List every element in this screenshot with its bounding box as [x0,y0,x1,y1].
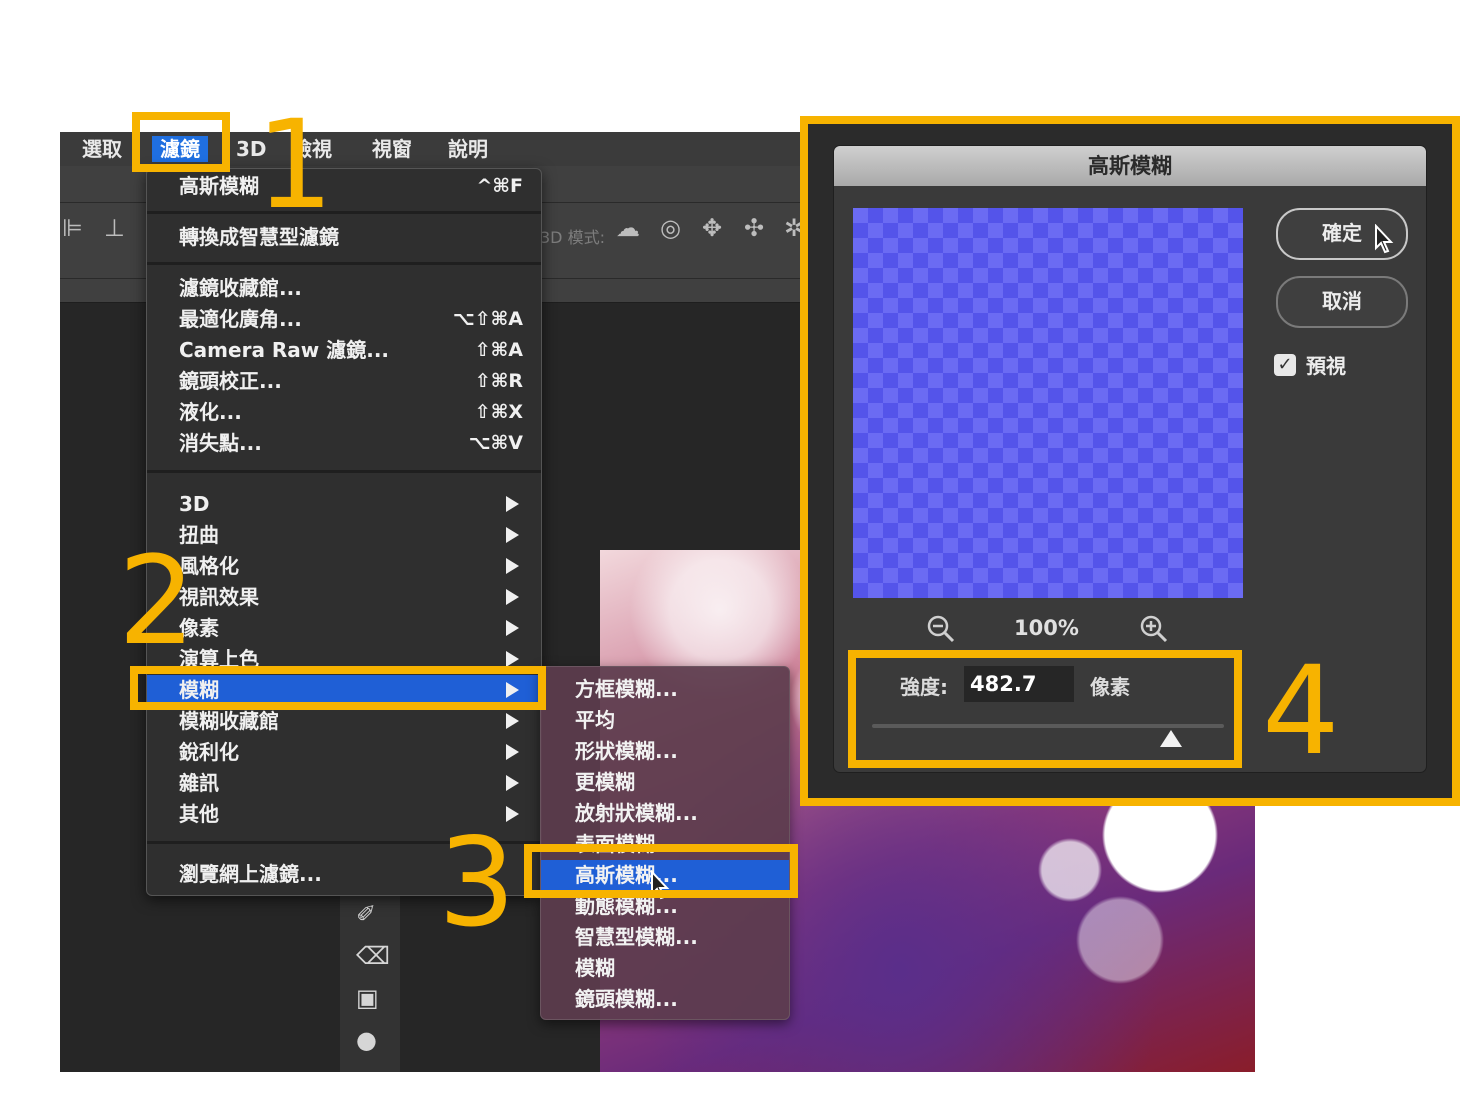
menu-divider [147,470,541,473]
submenu-item-label: 更模糊 [575,770,635,794]
step-number-1: 1 [256,94,334,236]
menu-item-convert-smart-filter[interactable]: 轉換成智慧型濾鏡 [147,222,541,252]
menu-item-label: 銳利化 [179,740,239,764]
tools-panel: ✐ ⌫ ▣ ● [340,892,400,1072]
menu-item-label: 最適化廣角... [179,307,302,331]
menu-item-label: 液化... [179,400,242,424]
menu-item-vanishing-point[interactable]: 消失點... ⌥⌘V [147,428,541,458]
menu-item-pixelate[interactable]: 像素 [147,613,541,643]
submenu-item-label: 形狀模糊... [575,739,678,763]
align-left-icon[interactable]: ⊫ [62,214,83,242]
menu-item-blur-gallery[interactable]: 模糊收藏館 [147,706,541,736]
3d-mode-label: 3D 模式: [540,228,605,247]
menu-item-label: 3D [179,492,210,516]
menu-item-label: 鏡頭校正... [179,369,282,393]
menu-item-label: 濾鏡收藏館... [179,276,302,300]
highlight-box-gaussian-blur [524,844,798,898]
menu-item-last-filter[interactable]: 高斯模糊 ^⌘F [147,171,541,201]
menu-item-label: 消失點... [179,431,262,455]
shortcut-label: ⇧⌘X [474,401,523,423]
highlight-box-blur [130,666,546,710]
brush-tool-icon[interactable]: ✐ [356,900,376,928]
submenu-item-box-blur[interactable]: 方框模糊... [541,674,789,704]
menu-item-label: 其他 [179,802,219,826]
submenu-item-blur[interactable]: 模糊 [541,953,789,983]
shortcut-label: ^⌘F [476,175,523,197]
menu-item-liquify[interactable]: 液化... ⇧⌘X [147,397,541,427]
submenu-item-label: 鏡頭模糊... [575,987,678,1011]
highlight-box-filter-menu [132,112,230,172]
shortcut-label: ⌥⇧⌘A [452,308,523,330]
shortcut-label: ⌥⌘V [468,432,523,454]
submenu-item-lens-blur[interactable]: 鏡頭模糊... [541,984,789,1014]
menu-item-label: 雜訊 [179,771,219,795]
submenu-item-average[interactable]: 平均 [541,705,789,735]
orbit-3d-icon[interactable]: ☁ [616,214,640,242]
menu-item-label: 模糊收藏館 [179,709,279,733]
triangle-right-icon [506,589,519,605]
triangle-right-icon [506,558,519,574]
menu-help[interactable]: 說明 [448,136,488,162]
triangle-right-icon [506,620,519,636]
submenu-item-shape-blur[interactable]: 形狀模糊... [541,736,789,766]
menu-item-distort[interactable]: 扭曲 [147,520,541,550]
triangle-right-icon [506,713,519,729]
menu-item-filter-gallery[interactable]: 濾鏡收藏館... [147,273,541,303]
triangle-right-icon [506,775,519,791]
align-center-icon[interactable]: ⊥ [104,214,125,242]
step-number-4: 4 [1262,640,1340,782]
menu-item-label: 高斯模糊 [179,174,259,198]
blur-submenu: 方框模糊... 平均 形狀模糊... 更模糊 放射狀模糊... 表面模糊... … [540,666,790,1020]
menu-item-label: Camera Raw 濾鏡... [179,338,390,362]
step-number-2: 2 [118,530,196,672]
highlight-box-strength [848,650,1242,768]
pan-3d-icon[interactable]: ✥ [702,214,722,242]
menu-select[interactable]: 選取 [82,136,122,162]
submenu-item-label: 方框模糊... [575,677,678,701]
eraser-tool-icon[interactable]: ⌫ [356,942,390,970]
menu-item-sharpen[interactable]: 銳利化 [147,737,541,767]
menu-item-label: 瀏覽網上濾鏡... [179,862,322,886]
menu-item-camera-raw[interactable]: Camera Raw 濾鏡... ⇧⌘A [147,335,541,365]
menu-item-video[interactable]: 視訊效果 [147,582,541,612]
menu-divider [147,262,541,265]
submenu-item-smart-blur[interactable]: 智慧型模糊... [541,922,789,952]
submenu-item-radial-blur[interactable]: 放射狀模糊... [541,798,789,828]
step-number-3: 3 [438,812,516,954]
menu-item-noise[interactable]: 雜訊 [147,768,541,798]
menu-divider [147,211,541,214]
triangle-right-icon [506,651,519,667]
shortcut-label: ⇧⌘A [474,339,523,361]
menu-item-adaptive-wide-angle[interactable]: 最適化廣角... ⌥⇧⌘A [147,304,541,334]
blur-tool-icon[interactable]: ● [356,1026,377,1054]
submenu-item-label: 放射狀模糊... [575,801,698,825]
menu-window[interactable]: 視窗 [372,136,412,162]
menu-item-lens-correction[interactable]: 鏡頭校正... ⇧⌘R [147,366,541,396]
triangle-right-icon [506,527,519,543]
filter-menu: 高斯模糊 ^⌘F 轉換成智慧型濾鏡 濾鏡收藏館... 最適化廣角... ⌥⇧⌘A… [146,168,542,896]
submenu-item-label: 智慧型模糊... [575,925,698,949]
roll-3d-icon[interactable]: ◎ [660,214,681,242]
submenu-item-label: 模糊 [575,956,615,980]
menu-item-stylize[interactable]: 風格化 [147,551,541,581]
submenu-item-label: 平均 [575,708,615,732]
shortcut-label: ⇧⌘R [474,370,523,392]
gradient-tool-icon[interactable]: ▣ [356,984,379,1012]
slide-3d-icon[interactable]: ✣ [744,214,764,242]
menu-item-3d[interactable]: 3D [147,489,541,519]
triangle-right-icon [506,744,519,760]
triangle-right-icon [506,496,519,512]
submenu-item-blur-more[interactable]: 更模糊 [541,767,789,797]
